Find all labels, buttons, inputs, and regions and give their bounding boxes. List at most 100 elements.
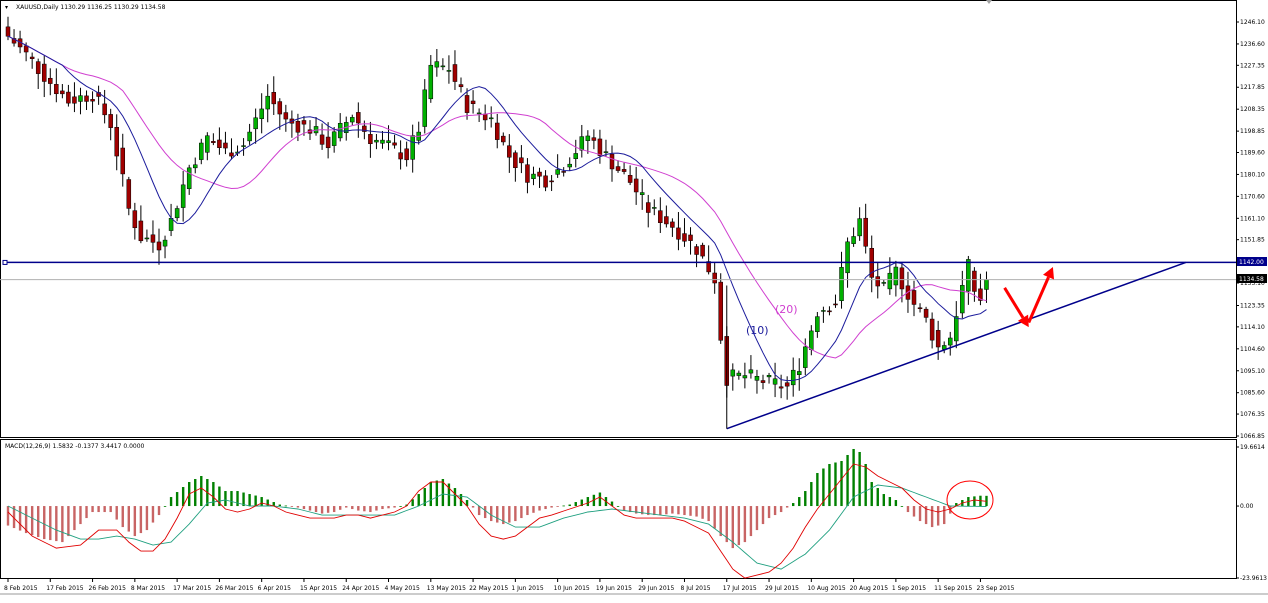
bull-candle — [809, 330, 814, 350]
macd-bar — [393, 506, 396, 508]
macd-bar — [381, 506, 384, 510]
time-tick-label: 11 Sep 2015 — [934, 585, 972, 592]
macd-bar — [737, 506, 741, 546]
macd-bar — [804, 491, 807, 507]
bear-candle — [682, 233, 687, 242]
bear-candle — [35, 61, 41, 74]
chart-title-arrow: ▾ — [5, 4, 8, 11]
bull-candle — [199, 142, 204, 160]
bear-candle — [543, 175, 548, 188]
time-tick-label: 8 Jul 2015 — [680, 585, 710, 592]
bull-candle — [440, 65, 446, 68]
macd-bar — [906, 506, 910, 513]
macd-bar — [411, 499, 414, 507]
macd-bar — [55, 506, 58, 542]
bull-candle — [174, 208, 180, 219]
macd-bar — [248, 494, 251, 507]
bull-candle — [446, 70, 452, 72]
macd-bar — [677, 506, 680, 515]
macd-bar — [61, 506, 64, 543]
macd-bar — [236, 491, 239, 507]
ma20-line — [7, 35, 987, 359]
macd-bar — [399, 506, 402, 507]
bear-candle — [72, 96, 77, 104]
macd-bar — [417, 494, 420, 507]
bear-candle — [392, 142, 397, 146]
macd-bar — [121, 506, 124, 528]
macd-bar — [828, 464, 831, 507]
bull-candle — [881, 282, 887, 284]
ma10-line — [7, 35, 987, 382]
macd-bar — [556, 506, 559, 507]
bear-candle — [645, 202, 651, 213]
macd-bar — [894, 500, 898, 507]
macd-bar — [157, 506, 161, 516]
bull-candle — [954, 316, 959, 342]
macd-bar — [665, 506, 668, 515]
macd-bar — [230, 491, 233, 507]
moving-averages — [7, 35, 987, 382]
price-axis: 1246.10 1236.60 1227.35 1217.85 1208.35 1198.… — [1236, 19, 1265, 440]
bear-candle — [60, 90, 65, 95]
macd-bar — [930, 506, 934, 528]
price-panel-frame — [0, 0, 1237, 438]
macd-bar — [115, 506, 118, 520]
bear-candle — [501, 135, 506, 143]
macd-bar — [653, 506, 656, 516]
bear-candle — [899, 267, 905, 290]
bear-candle — [108, 114, 113, 128]
macd-bar — [200, 476, 203, 507]
macd-bar — [900, 506, 904, 507]
macd-bar — [314, 506, 318, 513]
macd-bar — [713, 506, 716, 529]
macd-bar — [520, 506, 523, 519]
bear-candle — [549, 180, 554, 183]
bear-candle — [54, 84, 59, 95]
time-tick-label: 20 Aug 2015 — [850, 585, 889, 592]
macd-tick-label: 19.6614 — [1240, 444, 1265, 451]
chart-window: XAUUSD,Daily 1130.29 1136.25 1130.29 113… — [0, 0, 1268, 599]
macd-bar — [816, 473, 819, 507]
macd-bar — [562, 505, 565, 507]
bull-candle — [476, 112, 482, 115]
bear-candle — [482, 113, 488, 121]
bull-candle — [839, 267, 844, 301]
bull-candle — [488, 117, 494, 120]
bear-candle — [404, 148, 409, 161]
price-tick-label: 1246.10 — [1240, 19, 1265, 26]
macd-bar — [290, 506, 294, 507]
macd-bar — [194, 479, 197, 507]
bull-candle — [247, 131, 252, 142]
bear-candle — [23, 45, 29, 53]
macd-bar — [477, 506, 481, 516]
bull-candle — [192, 164, 198, 169]
price-tick-label: 1114.10 — [1240, 324, 1265, 331]
price-tick-label: 1104.60 — [1240, 346, 1265, 353]
time-tick-label: 10 Jun 2015 — [554, 585, 590, 592]
bear-candle — [283, 112, 289, 120]
macd-bar — [695, 506, 698, 517]
bear-candle — [156, 241, 162, 251]
bear-candle — [398, 152, 403, 160]
bull-candle — [742, 375, 748, 379]
bear-candle — [295, 120, 301, 133]
scroll-marker-icon[interactable] — [986, 0, 992, 4]
macd-bar — [840, 460, 843, 507]
macd-panel-frame — [0, 439, 1237, 579]
macd-bar — [73, 506, 76, 531]
macd-bar — [332, 506, 336, 513]
macd-bar — [834, 462, 837, 507]
macd-tick-label: -23.9613 — [1240, 575, 1267, 582]
bull-candle — [803, 346, 808, 368]
macd-bar — [6, 506, 10, 526]
macd-bar — [471, 506, 475, 508]
bull-candle — [772, 378, 778, 385]
ma10-annotation: (10) — [746, 324, 769, 337]
bear-candle — [458, 84, 464, 88]
time-tick-label: 1 Sep 2015 — [892, 585, 926, 592]
bear-candle — [319, 134, 325, 145]
bull-candle — [380, 139, 385, 144]
bull-candle — [331, 131, 337, 146]
macd-bar — [453, 488, 457, 507]
macd-bar — [882, 494, 885, 507]
